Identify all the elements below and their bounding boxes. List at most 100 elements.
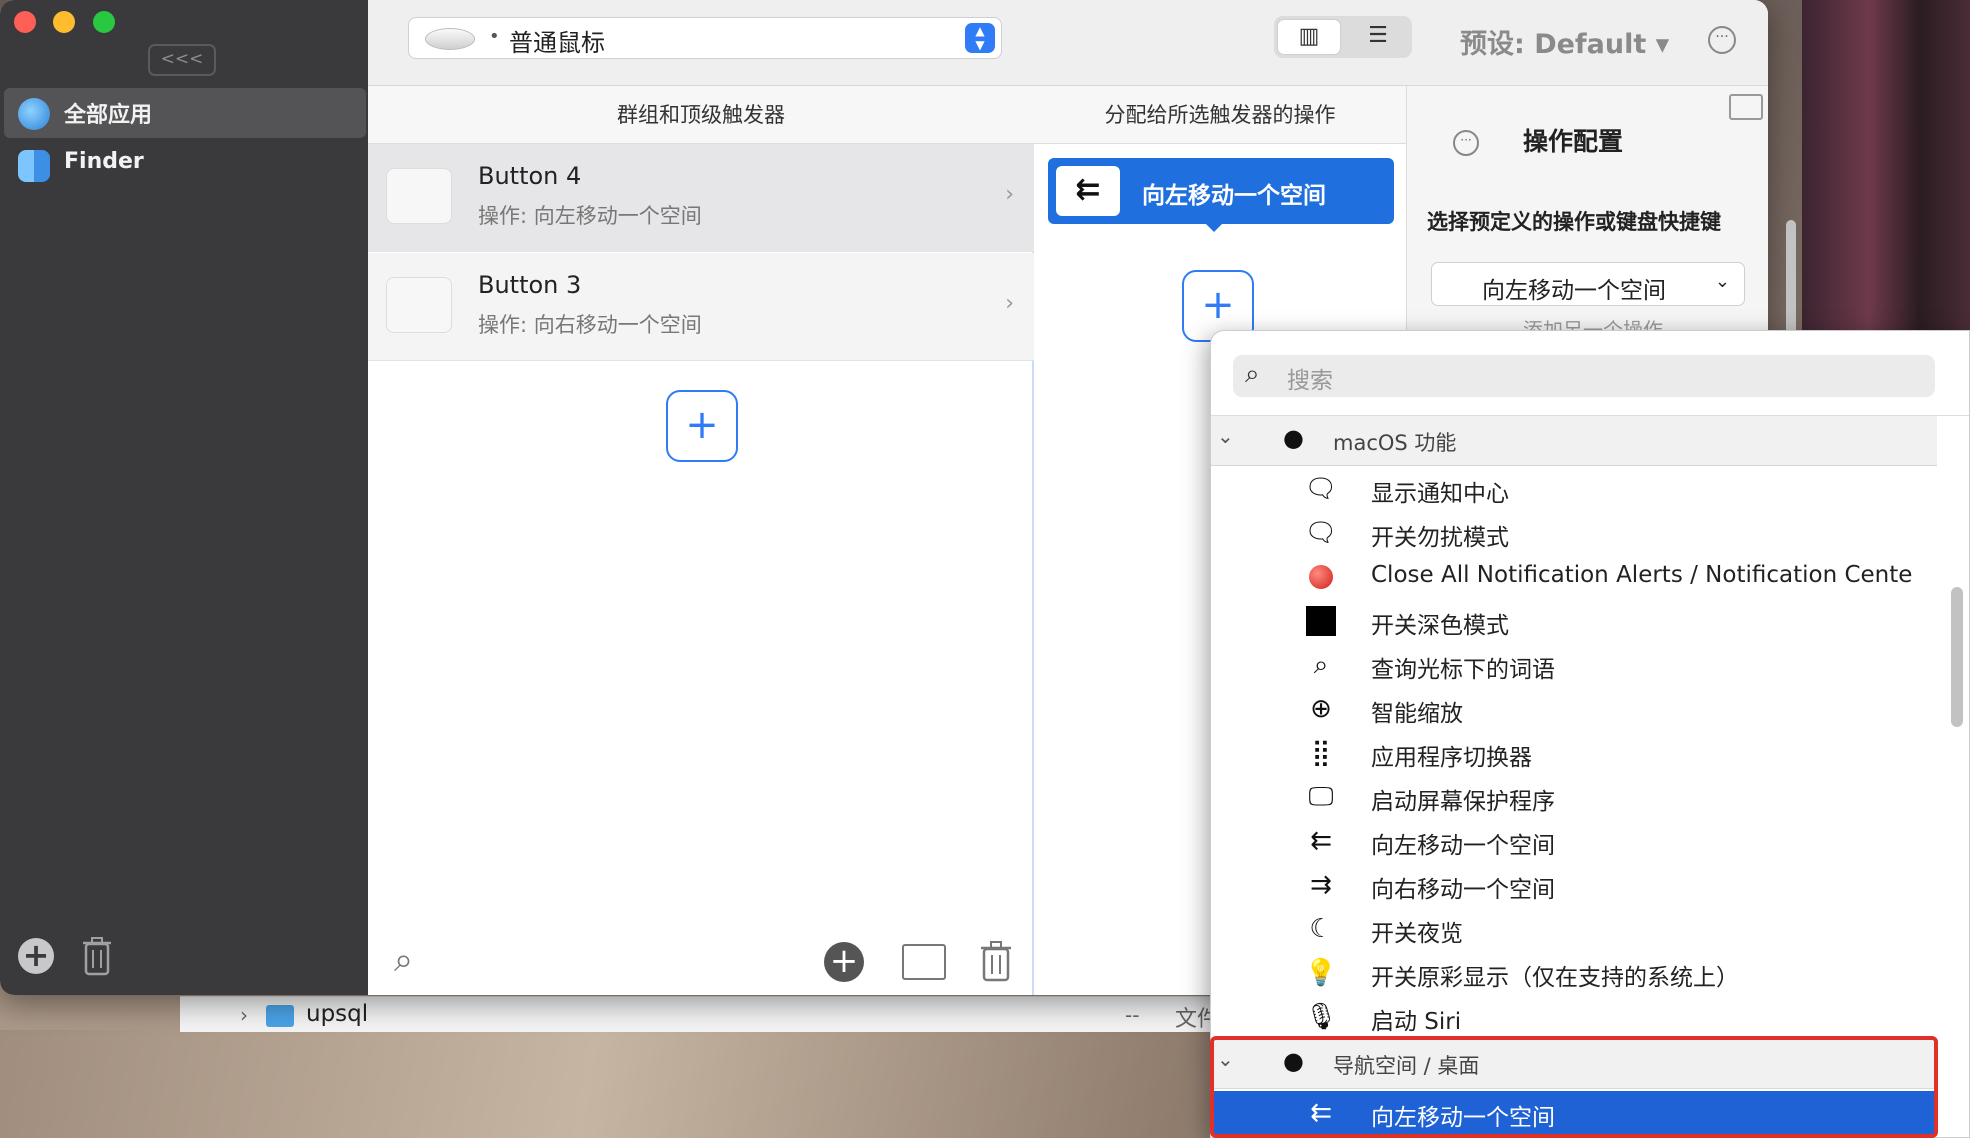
- add-trigger-button[interactable]: +: [666, 390, 738, 462]
- lightbulb-icon: 💡: [1304, 958, 1338, 988]
- device-label: 普通鼠标: [509, 29, 605, 57]
- actions-column-header: 分配给所选触发器的操作: [1034, 86, 1406, 144]
- trigger-row[interactable]: Button 4 操作: 向左移动一个空间 ›: [368, 144, 1034, 252]
- collapse-sidebar-button[interactable]: <<<: [148, 44, 216, 76]
- trigger-title: Button 4: [478, 162, 582, 190]
- up-down-chevron-icon: ▲ ▼: [965, 23, 995, 53]
- item-label: 启动 Siri: [1371, 1009, 1462, 1035]
- item-label: Close All Notification Alerts / Notifica…: [1371, 562, 1913, 588]
- move-left-space-icon: ⇇: [1310, 826, 1332, 856]
- list-item[interactable]: 🎙 启动 Siri: [1211, 995, 1937, 1039]
- list-item[interactable]: ⊕ 智能缩放: [1211, 687, 1937, 731]
- sidebar: <<< 全部应用 Finder +: [0, 0, 368, 995]
- add-app-button[interactable]: +: [18, 938, 54, 974]
- list-item[interactable]: ⌕ 查询光标下的词语: [1211, 643, 1937, 687]
- move-right-space-icon: ⇉: [1310, 870, 1332, 900]
- sidebar-item-label: 全部应用: [64, 103, 153, 128]
- trigger-subtitle: 操作: 向右移动一个空间: [478, 313, 702, 337]
- grid-icon: ⣿: [1311, 738, 1331, 768]
- scrollbar[interactable]: [1951, 587, 1963, 727]
- list-view-button[interactable]: ☰: [1346, 19, 1410, 55]
- item-label: 向右移动一个空间: [1371, 877, 1555, 903]
- trigger-row[interactable]: Button 3 操作: 向右移动一个空间 ›: [368, 253, 1034, 361]
- item-label: 显示通知中心: [1371, 481, 1509, 507]
- chevron-right-icon: ›: [1005, 182, 1014, 207]
- sidebar-item-all-apps[interactable]: 全部应用: [4, 88, 366, 138]
- item-label: 智能缩放: [1371, 701, 1463, 727]
- chevron-down-icon[interactable]: ⌄: [1217, 424, 1234, 448]
- list-item[interactable]: 开关深色模式: [1211, 599, 1937, 643]
- search-placeholder: 搜索: [1287, 368, 1333, 394]
- finder-window-strip: › upsql -- 文件: [180, 996, 1240, 1032]
- item-label: 应用程序切换器: [1371, 745, 1532, 771]
- sidebar-item-finder[interactable]: Finder: [4, 140, 366, 190]
- microphone-icon: 🎙: [1304, 1002, 1338, 1032]
- speech-bubble-icon: 🗨: [1304, 474, 1338, 504]
- assigned-action-label: 向左移动一个空间: [1142, 183, 1326, 209]
- triggers-column: 群组和顶级触发器 Button 4 操作: 向左移动一个空间 › Button …: [368, 86, 1034, 995]
- panel-subtitle: 选择预定义的操作或键盘快捷键: [1427, 210, 1721, 234]
- item-label: 向左移动一个空间: [1371, 833, 1555, 859]
- zoom-window-button[interactable]: [93, 11, 115, 33]
- speech-bubble-icon: 🗨: [1304, 518, 1338, 548]
- list-item[interactable]: 🖵 启动屏幕保护程序: [1211, 775, 1937, 819]
- item-label: 查询光标下的词语: [1371, 657, 1555, 683]
- item-label: 开关原彩显示（仅在支持的系统上）: [1371, 965, 1739, 991]
- separator-dot: •: [489, 26, 500, 47]
- list-item[interactable]: 💡 开关原彩显示（仅在支持的系统上）: [1211, 951, 1937, 995]
- list-item[interactable]: ⇉ 向右移动一个空间: [1211, 863, 1937, 907]
- zoom-in-icon: ⊕: [1310, 694, 1332, 724]
- disclosure-chevron-icon[interactable]: ›: [240, 1003, 248, 1027]
- device-select[interactable]: • 普通鼠标 ▲ ▼: [408, 17, 1002, 59]
- dark-mode-icon: [1303, 603, 1339, 639]
- red-circle-icon: [1303, 559, 1339, 595]
- minimize-window-button[interactable]: [53, 11, 75, 33]
- more-options-icon[interactable]: ···: [1708, 26, 1736, 54]
- item-label: 开关深色模式: [1371, 613, 1509, 639]
- chevron-right-icon: ›: [1005, 291, 1014, 316]
- move-left-space-icon: ⇇: [1056, 166, 1120, 216]
- action-select[interactable]: 向左移动一个空间 ⌄: [1431, 262, 1745, 306]
- trigger-subtitle: 操作: 向左移动一个空间: [478, 204, 702, 228]
- display-icon: 🖵: [1308, 782, 1334, 812]
- list-item[interactable]: ⣿ 应用程序切换器: [1211, 731, 1937, 775]
- action-select-value: 向左移动一个空间: [1482, 278, 1666, 304]
- search-icon: ⌕: [1245, 359, 1260, 389]
- toolbar: • 普通鼠标 ▲ ▼ ▥ ☰ 预设: Default ▾ ···: [368, 0, 1768, 86]
- new-folder-icon[interactable]: [902, 944, 946, 980]
- folder-icon: [266, 1005, 294, 1027]
- view-mode-segmented-control: ▥ ☰: [1274, 16, 1412, 58]
- group-label: macOS 功能: [1333, 431, 1457, 455]
- folder-name[interactable]: upsql: [306, 1001, 368, 1027]
- list-item[interactable]: ☾ 开关夜览: [1211, 907, 1937, 951]
- trash-icon[interactable]: [980, 940, 1012, 982]
- assigned-action[interactable]: ⇇ 向左移动一个空间: [1048, 158, 1394, 224]
- column-view-button[interactable]: ▥: [1277, 19, 1341, 55]
- more-options-icon[interactable]: ···: [1453, 130, 1479, 156]
- triggers-column-header: 群组和顶级触发器: [368, 86, 1034, 144]
- list-item[interactable]: 🗨 开关勿扰模式: [1211, 511, 1937, 555]
- trash-icon[interactable]: [82, 936, 112, 976]
- annotation-highlight-box: [1210, 1036, 1938, 1138]
- trigger-title: Button 3: [478, 271, 582, 299]
- moon-icon: ☾: [1309, 914, 1333, 944]
- trigger-icon: [386, 168, 452, 224]
- trigger-icon: [386, 277, 452, 333]
- window-icon[interactable]: [1729, 94, 1763, 120]
- close-window-button[interactable]: [14, 11, 36, 33]
- finder-icon: [18, 150, 50, 182]
- add-icon[interactable]: +: [824, 942, 864, 982]
- list-item[interactable]: ⇇ 向左移动一个空间: [1211, 819, 1937, 863]
- group-header-macos[interactable]: ⌄ ● macOS 功能: [1211, 416, 1937, 466]
- list-item[interactable]: 🗨 显示通知中心: [1211, 467, 1937, 511]
- preset-selector[interactable]: 预设: Default ▾: [1460, 22, 1669, 61]
- action-picker-popup: ⌕ 搜索 ⌄ ● macOS 功能 🗨 显示通知中心 🗨 开关勿扰模式 Clos…: [1210, 330, 1970, 1138]
- search-icon[interactable]: ⌕: [394, 940, 413, 980]
- folder-size: --: [1125, 1003, 1140, 1027]
- panel-title: 操作配置: [1523, 127, 1624, 156]
- selection-pointer: [1202, 220, 1226, 232]
- search-field[interactable]: ⌕ 搜索: [1233, 355, 1935, 397]
- globe-icon: [18, 98, 50, 130]
- list-item[interactable]: Close All Notification Alerts / Notifica…: [1211, 555, 1937, 599]
- item-label: 开关勿扰模式: [1371, 525, 1509, 551]
